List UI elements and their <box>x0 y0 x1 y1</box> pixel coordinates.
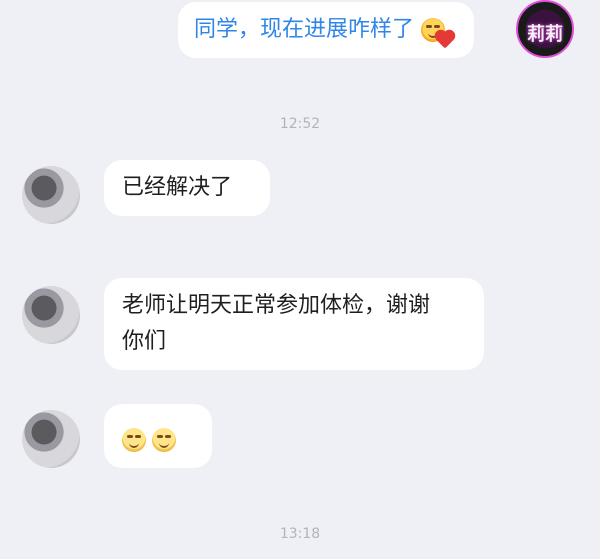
message-text-line: 你们 <box>122 329 167 354</box>
timestamp: 13:18 <box>279 526 321 542</box>
chat-area: 同学，现在进展咋样了 莉莉 12:52 已经解决了 老师让明天正常参加体检，谢谢… <box>0 0 600 559</box>
smiling-face-icon <box>122 428 146 452</box>
message-text: 已经解决了 <box>122 175 233 200</box>
avatar-self-label: 莉莉 <box>527 24 563 45</box>
avatar-self[interactable]: 莉莉 <box>516 0 574 58</box>
avatar-contact[interactable] <box>22 166 80 224</box>
message-bubble-incoming[interactable] <box>104 404 212 468</box>
avatar-contact[interactable] <box>22 286 80 344</box>
message-bubble-incoming[interactable]: 老师让明天正常参加体检，谢谢 你们 <box>104 278 484 370</box>
avatar-contact[interactable] <box>22 410 80 468</box>
smiling-face-icon <box>152 428 176 452</box>
message-text: 同学，现在进展咋样了 <box>194 17 415 42</box>
message-bubble-incoming[interactable]: 已经解决了 <box>104 160 270 216</box>
blushing-heart-icon <box>421 18 454 49</box>
timestamp: 12:52 <box>279 116 321 132</box>
message-text-line: 老师让明天正常参加体检，谢谢 <box>122 293 431 318</box>
message-bubble-outgoing[interactable]: 同学，现在进展咋样了 <box>178 2 474 58</box>
